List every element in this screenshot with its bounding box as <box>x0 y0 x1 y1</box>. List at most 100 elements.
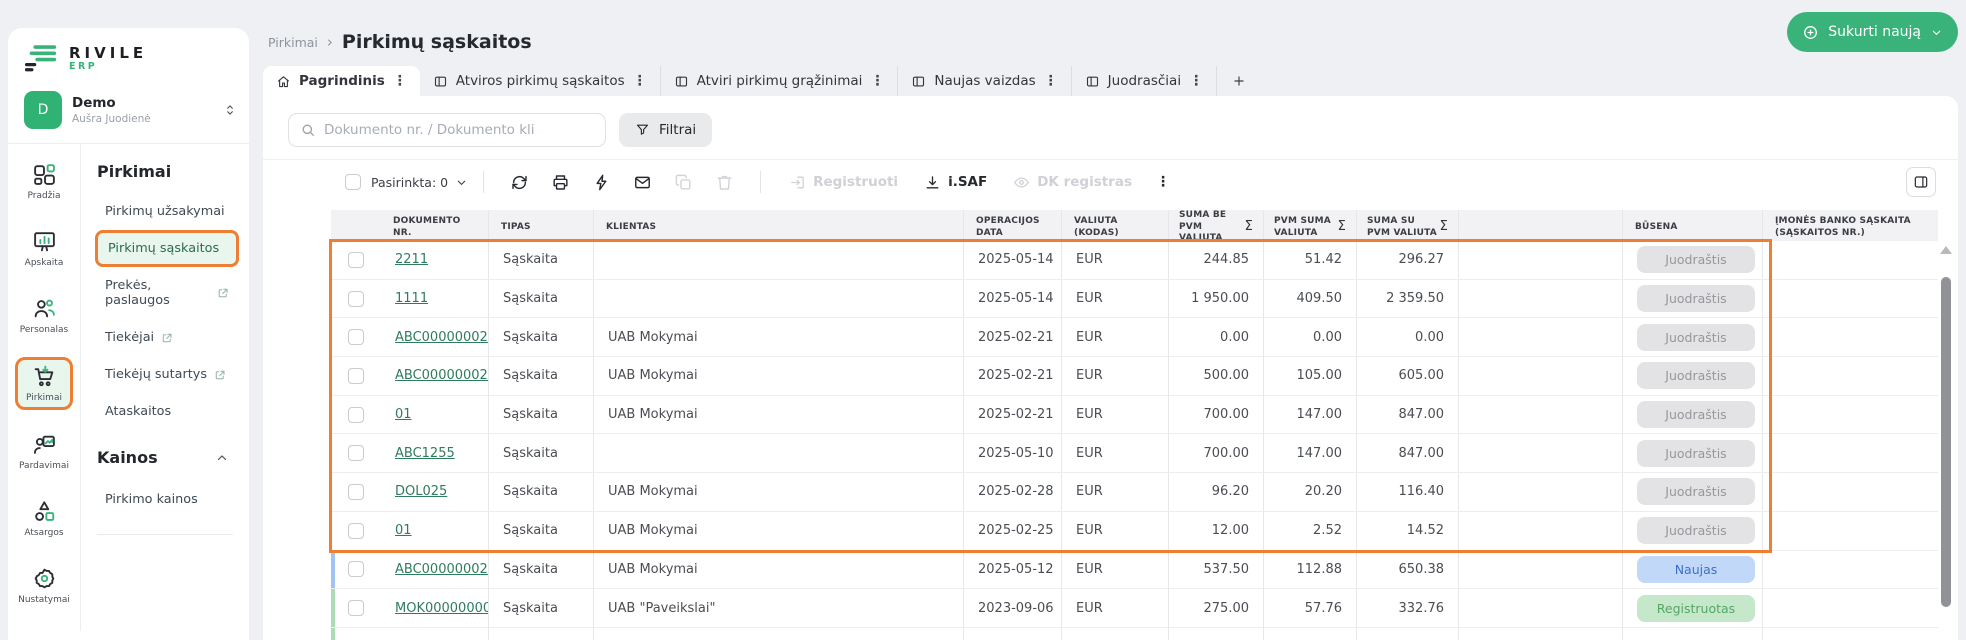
row-checkbox[interactable] <box>348 600 364 617</box>
flash-icon[interactable] <box>592 173 611 192</box>
row-checkbox[interactable] <box>348 561 364 578</box>
table-row[interactable]: 01 Sąskaita UAB Mokymai 2025-02-25 EUR 12.00 2… <box>331 511 1938 551</box>
table-row[interactable]: ABC000000027 Sąskaita UAB Mokymai 2025-05-1… <box>331 550 1938 590</box>
document-link[interactable]: MOK000000006 <box>395 601 488 616</box>
cell-suma-su-pvm: 847.00 <box>1356 395 1458 434</box>
nav-rail-item-pardavimai[interactable]: Pardavimai <box>15 426 73 477</box>
row-checkbox[interactable] <box>348 483 364 500</box>
brand-icon <box>24 44 58 73</box>
column-header-suma_su[interactable]: SUMA SU PVM VALIUTA Σ <box>1356 210 1458 246</box>
row-checkbox[interactable] <box>348 329 364 346</box>
column-header-pvm[interactable]: PVM SUMA VALIUTA Σ <box>1263 210 1356 246</box>
table-row[interactable]: ABC000000024 Sąskaita UAB Mokymai 2025-02-2… <box>331 318 1938 358</box>
menu-item[interactable]: Pirkimų užsakymai <box>95 193 239 230</box>
table-row[interactable]: MOK000000006SąskaitaUAB "Paveikslai"2023… <box>331 589 1938 628</box>
tab-naujas-vaizdas[interactable]: Naujas vaizdas ⋮ <box>897 66 1070 96</box>
document-link[interactable]: ABC000000024 <box>395 330 488 345</box>
menu-section-kainos[interactable]: Kainos <box>95 448 239 467</box>
document-link[interactable]: DOL025 <box>395 484 447 499</box>
menu-item[interactable]: Tiekėjai <box>95 319 239 356</box>
nav-rail-item-personalas[interactable]: Personalas <box>15 290 73 341</box>
column-header-suma_be[interactable]: SUMA BE PVM VALIUTA Σ <box>1168 210 1263 246</box>
mail-icon[interactable] <box>633 173 652 192</box>
document-link[interactable]: 2211 <box>395 252 428 267</box>
table-row[interactable]: 01 Sąskaita UAB Mokymai 2025-02-21 EUR 700.00… <box>331 395 1938 435</box>
row-checkbox[interactable] <box>348 290 364 307</box>
table-row[interactable]: ABC1255 Sąskaita 2025-05-10 EUR 700.00 147.00… <box>331 434 1938 474</box>
column-header-tipas[interactable]: TIPAS <box>488 210 593 246</box>
column-header-data[interactable]: OPERACIJOS DATA <box>963 210 1061 246</box>
row-checkbox[interactable] <box>348 367 364 384</box>
column-header-klientas[interactable]: KLIENTAS <box>593 210 963 246</box>
refresh-icon[interactable] <box>510 173 529 192</box>
more-options-icon[interactable]: ⋮ <box>1156 174 1170 190</box>
nav-rail-item-pradzia[interactable]: Pradžia <box>15 156 73 207</box>
table-row[interactable]: 1111 Sąskaita 2025-05-14 EUR 1 950.00 409.50 2… <box>331 279 1938 319</box>
tab-atviros-pirkim-s-skaitos[interactable]: Atviros pirkimų sąskaitos ⋮ <box>420 66 660 96</box>
user-switcher[interactable]: D Demo Aušra Juodienė <box>8 81 249 144</box>
cell-tipas: Sąskaita <box>488 550 593 589</box>
unfold-icon[interactable] <box>223 103 237 117</box>
document-link[interactable]: ABC000000027 <box>395 562 488 577</box>
document-link[interactable]: 1111 <box>395 291 428 306</box>
add-view-button[interactable] <box>1216 66 1261 96</box>
tab-pagrindinis[interactable]: Pagrindinis ⋮ <box>263 66 420 96</box>
row-checkbox[interactable] <box>348 251 364 268</box>
gear-icon <box>32 566 57 591</box>
select-all-checkbox[interactable] <box>345 174 361 190</box>
row-checkbox-cell <box>331 396 381 434</box>
nav-rail-item-apskaita[interactable]: Apskaita <box>15 223 73 274</box>
column-header-busena[interactable]: BŪSENA <box>1622 210 1762 246</box>
create-new-button[interactable]: Sukurti naują <box>1787 12 1958 52</box>
sum-icon[interactable]: Σ <box>1245 219 1253 236</box>
breadcrumb-parent[interactable]: Pirkimai <box>268 35 318 50</box>
table-row[interactable]: ABC000000023 Sąskaita UAB Mokymai 2025-02-2… <box>331 357 1938 396</box>
document-link[interactable]: 01 <box>395 407 412 422</box>
table-row[interactable]: 2211 Sąskaita 2025-05-14 EUR 244.85 51.42 296.… <box>331 241 1938 280</box>
sum-icon[interactable]: Σ <box>1338 219 1346 236</box>
nav-rail-item-nustatymai[interactable]: Nustatymai <box>15 560 73 611</box>
menu-item[interactable]: Prekės, paslaugos <box>95 267 239 319</box>
tab-atviri-pirkim-gr-inimai[interactable]: Atviri pirkimų grąžinimai ⋮ <box>659 66 898 96</box>
tab-menu-icon[interactable]: ⋮ <box>1044 73 1058 89</box>
action-i-saf[interactable]: i.SAF <box>924 174 987 191</box>
scroll-up-arrow[interactable] <box>1940 246 1952 254</box>
row-checkbox[interactable] <box>348 445 364 462</box>
column-header-bankas[interactable]: ĮMONĖS BANKO SĄSKAITA (SĄSKAITOS NR.) <box>1762 210 1938 246</box>
tab-menu-icon[interactable]: ⋮ <box>393 73 407 89</box>
column-header-doc[interactable]: DOKUMENTO NR. <box>381 210 488 245</box>
menu-item[interactable]: Pirkimo kainos <box>95 481 239 518</box>
cell-operacijos-data: 2025-02-28 <box>963 473 1061 511</box>
menu-item[interactable]: Ataskaitos <box>95 393 239 430</box>
document-link[interactable]: ABC000000023 <box>395 368 488 383</box>
tab-juodras-iai[interactable]: Juodrasčiai ⋮ <box>1070 66 1216 96</box>
document-link[interactable]: ABC1255 <box>395 446 455 461</box>
tab-menu-icon[interactable]: ⋮ <box>1189 73 1203 89</box>
sum-icon[interactable]: Σ <box>1440 219 1448 236</box>
scrollbar-thumb[interactable] <box>1941 277 1951 607</box>
row-checkbox[interactable] <box>348 406 364 423</box>
filter-button[interactable]: Filtrai <box>619 112 713 147</box>
print-icon[interactable] <box>551 173 570 192</box>
chevron-up-icon[interactable] <box>215 451 229 465</box>
external-link-icon <box>217 287 229 299</box>
nav-rail-item-pirkimai[interactable]: Pirkimai <box>15 357 73 410</box>
document-link[interactable]: 01 <box>395 523 412 538</box>
row-checkbox[interactable] <box>348 522 364 539</box>
table-row[interactable] <box>331 627 1938 640</box>
cell-valiuta <box>1061 627 1168 640</box>
column-settings-button[interactable] <box>1906 167 1936 197</box>
table-header-row: DOKUMENTO NR. TIPAS KLIENTAS OPERACIJOS DAT… <box>331 210 1938 246</box>
tab-menu-icon[interactable]: ⋮ <box>870 73 884 89</box>
search-input[interactable] <box>324 121 594 138</box>
invoice-table: DOKUMENTO NR. TIPAS KLIENTAS OPERACIJOS DAT… <box>331 210 1938 640</box>
menu-section-items: Pirkimo kainos <box>95 481 239 518</box>
menu-item[interactable]: Tiekėjų sutartys <box>95 356 239 393</box>
column-header-valiuta[interactable]: VALIUTA (KODAS) <box>1061 210 1168 246</box>
chevron-down-icon[interactable] <box>455 176 468 189</box>
tab-menu-icon[interactable]: ⋮ <box>633 73 647 89</box>
table-row[interactable]: DOL025 Sąskaita UAB Mokymai 2025-02-28 EUR 96… <box>331 473 1938 512</box>
menu-item[interactable]: Pirkimų sąskaitos <box>95 230 239 267</box>
nav-rail-item-atsargos[interactable]: Atsargos <box>15 493 73 544</box>
status-badge: Juodraštis <box>1637 401 1755 429</box>
